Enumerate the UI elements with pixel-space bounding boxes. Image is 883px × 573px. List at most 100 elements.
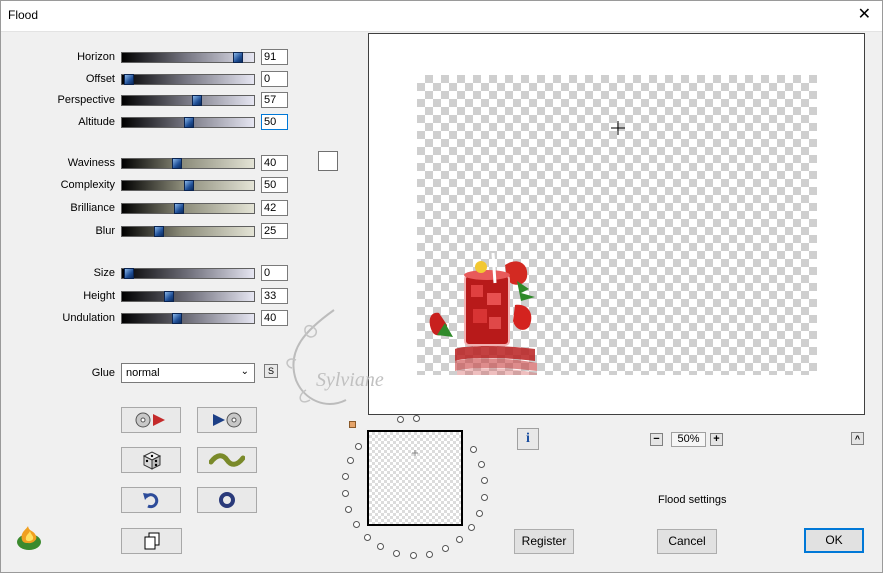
- perspective-slider[interactable]: [121, 95, 255, 106]
- chevron-down-icon: ⌄: [240, 366, 249, 377]
- height-slider[interactable]: [121, 291, 255, 302]
- load-preset-button[interactable]: [121, 407, 181, 433]
- register-label: Register: [521, 534, 567, 548]
- light-direction-dot[interactable]: [442, 545, 450, 553]
- brilliance-slider-thumb[interactable]: [174, 203, 185, 214]
- light-direction-dot[interactable]: [409, 552, 417, 560]
- horizon-label: Horizon: [77, 51, 115, 63]
- waviness-slider-thumb[interactable]: [172, 158, 182, 169]
- light-direction-dot[interactable]: [470, 446, 478, 454]
- dice-icon: [142, 451, 162, 470]
- undo-icon: [143, 493, 159, 509]
- size-slider-thumb[interactable]: [124, 268, 134, 279]
- title-bar: Flood ✕: [0, 0, 883, 32]
- light-direction-dot[interactable]: [413, 414, 421, 422]
- size-slider[interactable]: [121, 268, 255, 279]
- brilliance-slider[interactable]: [121, 203, 255, 214]
- zoom-out-button[interactable]: −: [650, 433, 663, 446]
- cancel-label: Cancel: [668, 534, 706, 548]
- reset-button[interactable]: [197, 487, 257, 513]
- height-label: Height: [83, 290, 115, 302]
- light-direction-dot[interactable]: [468, 523, 476, 531]
- glue-select-value: normal: [126, 367, 160, 379]
- complexity-slider-thumb[interactable]: [184, 180, 194, 191]
- light-direction-dot[interactable]: [456, 536, 464, 544]
- save-preset-button[interactable]: [197, 407, 257, 433]
- undulation-slider-thumb[interactable]: [172, 313, 182, 324]
- blur-slider-thumb[interactable]: [154, 226, 164, 237]
- cancel-button[interactable]: Cancel: [657, 529, 717, 554]
- undulation-label: Undulation: [62, 312, 115, 324]
- blur-value-field[interactable]: 25: [261, 223, 288, 239]
- light-direction-dot[interactable]: [346, 457, 354, 465]
- blur-label: Blur: [95, 225, 115, 237]
- randomize-button[interactable]: [121, 447, 181, 473]
- size-value-field[interactable]: 0: [261, 265, 288, 281]
- brilliance-value-field[interactable]: 42: [261, 200, 288, 216]
- offset-slider[interactable]: [121, 74, 255, 85]
- zoom-in-button[interactable]: +: [710, 433, 723, 446]
- light-direction-dot[interactable]: [476, 509, 484, 517]
- light-direction-dot[interactable]: [481, 477, 489, 485]
- close-icon[interactable]: ✕: [858, 4, 871, 24]
- waviness-slider[interactable]: [121, 158, 255, 169]
- waviness-label: Waviness: [67, 157, 115, 169]
- light-direction-dot[interactable]: [352, 520, 360, 528]
- navigator-preview[interactable]: [367, 430, 463, 526]
- glue-label: Glue: [91, 367, 115, 379]
- status-text: Flood settings: [658, 494, 727, 506]
- save-preset-icon: [213, 412, 242, 428]
- glue-select[interactable]: normal ⌄: [121, 363, 255, 383]
- light-direction-dot[interactable]: [363, 533, 371, 541]
- copy-button[interactable]: [121, 528, 182, 554]
- complexity-value-field[interactable]: 50: [261, 177, 288, 193]
- horizon-value-field[interactable]: 91: [261, 49, 288, 65]
- light-direction-dot[interactable]: [341, 489, 349, 497]
- altitude-value-field[interactable]: 50: [261, 114, 288, 130]
- light-direction-dot[interactable]: [480, 493, 488, 501]
- light-direction-dot[interactable]: [345, 506, 353, 514]
- horizon-slider[interactable]: [121, 52, 255, 63]
- waviness-value-field[interactable]: 40: [261, 155, 288, 171]
- info-button[interactable]: i: [517, 428, 539, 450]
- light-direction-dot[interactable]: [377, 543, 385, 551]
- ok-button[interactable]: OK: [804, 528, 864, 553]
- altitude-slider[interactable]: [121, 117, 255, 128]
- offset-label: Offset: [85, 73, 115, 85]
- altitude-slider-thumb[interactable]: [184, 117, 194, 128]
- color-swatch[interactable]: [318, 151, 338, 171]
- main-preview[interactable]: [368, 33, 865, 415]
- light-direction-dot[interactable]: [392, 549, 400, 557]
- copy-icon: [144, 532, 159, 550]
- light-direction-dot[interactable]: [426, 550, 434, 558]
- collapse-button[interactable]: ^: [851, 432, 864, 445]
- light-direction-dot[interactable]: [342, 473, 350, 481]
- undulation-slider[interactable]: [121, 313, 255, 324]
- small-crosshair-icon: [412, 450, 418, 456]
- offset-slider-thumb[interactable]: [124, 74, 134, 85]
- preview-canvas[interactable]: [417, 75, 817, 375]
- horizon-slider-thumb[interactable]: [233, 52, 244, 63]
- height-slider-thumb[interactable]: [163, 291, 174, 302]
- drink-image: [429, 253, 537, 375]
- complexity-slider[interactable]: [121, 180, 255, 191]
- flame-logo-icon: [17, 526, 41, 550]
- load-preset-icon: [135, 412, 165, 428]
- perspective-slider-thumb[interactable]: [192, 95, 203, 106]
- wave-button[interactable]: [197, 447, 257, 473]
- blur-slider[interactable]: [121, 226, 255, 237]
- light-direction-dot[interactable]: [477, 460, 485, 468]
- undo-button[interactable]: [121, 487, 181, 513]
- zoom-level: 50%: [671, 432, 706, 447]
- register-button[interactable]: Register: [514, 529, 574, 554]
- ok-label: OK: [825, 533, 843, 547]
- brilliance-label: Brilliance: [70, 202, 115, 214]
- offset-value-field[interactable]: 0: [261, 71, 288, 87]
- light-direction-dot[interactable]: [354, 443, 362, 451]
- perspective-label: Perspective: [57, 94, 115, 106]
- light-direction-handle[interactable]: [349, 421, 356, 428]
- window-title: Flood: [8, 8, 39, 22]
- crosshair-icon: [611, 121, 625, 135]
- wave-icon: [209, 453, 245, 467]
- perspective-value-field[interactable]: 57: [261, 92, 288, 108]
